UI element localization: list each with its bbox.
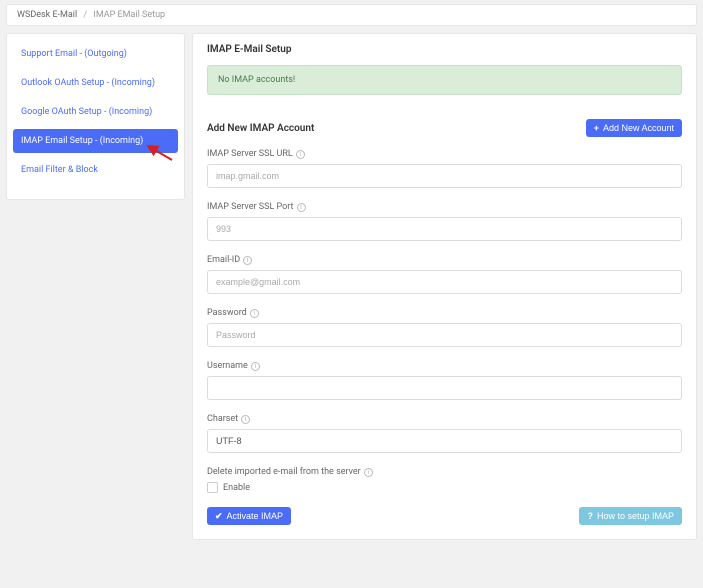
sidebar-item-outlook-oauth[interactable]: Outlook OAuth Setup - (Incoming) (13, 71, 178, 95)
label-charset: Charset (207, 414, 238, 424)
input-email[interactable] (207, 270, 682, 294)
input-username[interactable] (207, 376, 682, 400)
plus-icon: + (594, 124, 599, 133)
field-ssl-url: IMAP Server SSL URL i (207, 149, 682, 188)
check-icon: ✔ (215, 512, 223, 521)
info-icon[interactable]: i (297, 203, 306, 212)
breadcrumb-root[interactable]: WSDesk E-Mail (17, 10, 77, 20)
label-ssl-port: IMAP Server SSL Port (207, 202, 294, 212)
checkbox-delete-mail-label[interactable]: Enable (223, 483, 250, 493)
info-icon[interactable]: i (364, 468, 373, 477)
sidebar-item-google-oauth[interactable]: Google OAuth Setup - (Incoming) (13, 100, 178, 124)
info-icon[interactable]: i (241, 415, 250, 424)
input-password[interactable] (207, 323, 682, 347)
page-title: IMAP E-Mail Setup (207, 44, 682, 55)
field-password: Password i (207, 308, 682, 347)
sidebar-item-support-email[interactable]: Support Email - (Outgoing) (13, 42, 178, 66)
activate-imap-button[interactable]: ✔ Activate IMAP (207, 507, 291, 525)
how-to-setup-button[interactable]: ? How to setup IMAP (579, 507, 682, 525)
label-email: Email-ID (207, 255, 240, 265)
breadcrumb-separator: / (83, 10, 87, 20)
label-ssl-url: IMAP Server SSL URL (207, 149, 293, 159)
activate-imap-label: Activate IMAP (227, 511, 284, 521)
field-charset: Charset i (207, 414, 682, 453)
main-panel: IMAP E-Mail Setup No IMAP accounts! Add … (192, 33, 697, 540)
label-username: Username (207, 361, 248, 371)
input-ssl-port[interactable] (207, 217, 682, 241)
field-email: Email-ID i (207, 255, 682, 294)
info-icon[interactable]: i (296, 150, 305, 159)
label-delete-mail: Delete imported e-mail from the server (207, 467, 361, 477)
field-delete-mail: Delete imported e-mail from the server i… (207, 467, 682, 493)
sidebar-item-imap-setup[interactable]: IMAP Email Setup - (Incoming) (13, 129, 178, 153)
add-new-account-button[interactable]: + Add New Account (586, 119, 682, 137)
sidebar: Support Email - (Outgoing) Outlook OAuth… (6, 33, 185, 200)
checkbox-delete-mail[interactable] (207, 482, 218, 493)
breadcrumb-current: IMAP EMail Setup (93, 10, 165, 20)
info-icon[interactable]: i (250, 309, 259, 318)
sidebar-item-email-filter[interactable]: Email Filter & Block (13, 158, 178, 182)
field-username: Username i (207, 361, 682, 400)
input-charset[interactable] (207, 429, 682, 453)
info-icon[interactable]: i (251, 362, 260, 371)
field-ssl-port: IMAP Server SSL Port i (207, 202, 682, 241)
alert-no-accounts: No IMAP accounts! (207, 65, 682, 95)
input-ssl-url[interactable] (207, 164, 682, 188)
add-new-account-label: Add New Account (603, 123, 674, 133)
label-password: Password (207, 308, 247, 318)
breadcrumb: WSDesk E-Mail / IMAP EMail Setup (6, 4, 697, 26)
section-subheading: Add New IMAP Account (207, 123, 314, 134)
question-icon: ? (587, 512, 593, 521)
info-icon[interactable]: i (243, 256, 252, 265)
how-to-setup-label: How to setup IMAP (597, 511, 674, 521)
